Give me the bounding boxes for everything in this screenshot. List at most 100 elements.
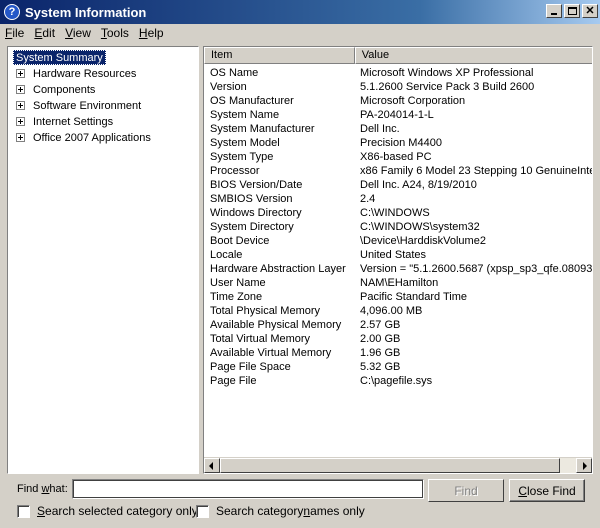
table-row[interactable]: System Directory C:\WINDOWS\system32 — [204, 220, 592, 234]
window-title: System Information — [25, 4, 147, 20]
row-value-cell: Precision M4400 — [360, 137, 442, 149]
minimize-button[interactable] — [546, 4, 562, 18]
menu-help[interactable]: Help — [134, 26, 169, 40]
row-value-cell: C:\WINDOWS\system32 — [360, 221, 480, 233]
row-value-cell: 5.32 GB — [360, 361, 401, 373]
expand-plus-icon[interactable] — [16, 69, 25, 78]
row-item-cell: Locale — [210, 249, 243, 261]
table-row[interactable]: System Type X86-based PC — [204, 150, 592, 164]
find-what-input[interactable] — [72, 479, 424, 499]
row-item-cell: Available Physical Memory — [210, 319, 342, 331]
row-item-cell: Total Virtual Memory — [210, 333, 311, 345]
column-header-item[interactable]: Item — [204, 47, 355, 64]
row-item-cell: System Name — [210, 109, 280, 121]
find-what-label: Find what: — [17, 483, 68, 495]
search-category-names-option[interactable]: Search category n ames only — [196, 504, 365, 518]
row-value-cell: Microsoft Corporation — [360, 95, 466, 107]
column-header-value[interactable]: Value — [354, 47, 592, 64]
table-row[interactable]: SMBIOS Version 2.4 — [204, 192, 592, 206]
row-value-cell: Pacific Standard Time — [360, 291, 467, 303]
arrow-right-icon — [583, 462, 587, 470]
row-value-cell: X86-based PC — [360, 151, 432, 163]
row-value-cell: Dell Inc. A24, 8/19/2010 — [360, 179, 477, 191]
row-item-cell: Page File — [210, 375, 257, 387]
maximize-button[interactable] — [564, 4, 580, 18]
table-row[interactable]: System Model Precision M4400 — [204, 136, 592, 150]
expand-plus-icon[interactable] — [16, 117, 25, 126]
table-row[interactable]: System Name PA-204014-1-L — [204, 108, 592, 122]
row-item-cell: Version — [210, 81, 247, 93]
row-value-cell: United States — [360, 249, 427, 261]
table-row[interactable]: Available Physical Memory 2.57 GB — [204, 318, 592, 332]
row-item-cell: OS Manufacturer — [210, 95, 294, 107]
row-value-cell: 2.57 GB — [360, 319, 401, 331]
row-item-cell: Page File Space — [210, 361, 291, 373]
row-item-cell: BIOS Version/Date — [210, 179, 303, 191]
tree-item-internet-settings[interactable]: Internet Settings — [16, 114, 113, 129]
horizontal-scrollbar[interactable] — [204, 457, 592, 473]
table-row[interactable]: User Name NAM\EHamilton — [204, 276, 592, 290]
row-value-cell: Version = "5.1.2600.5687 (xpsp_sp3_qfe.0… — [360, 263, 593, 275]
minimize-icon — [551, 13, 557, 15]
menu-file[interactable]: File — [0, 26, 29, 40]
details-list[interactable]: Item Value OS Name Microsoft Windows XP P… — [203, 46, 593, 474]
close-button[interactable]: ✕ — [582, 4, 598, 18]
arrow-left-icon — [209, 462, 213, 470]
search-category-names-checkbox[interactable] — [196, 504, 209, 518]
search-selected-category-option[interactable]: Search selected category only — [17, 504, 198, 518]
table-row[interactable]: Locale United States — [204, 248, 592, 262]
title-bar[interactable]: ? System Information ✕ — [0, 0, 600, 24]
close-icon: ✕ — [585, 5, 595, 17]
table-row[interactable]: Boot Device \Device\HarddiskVolume2 — [204, 234, 592, 248]
row-item-cell: Available Virtual Memory — [210, 347, 332, 359]
expand-plus-icon[interactable] — [16, 133, 25, 142]
scroll-left-button[interactable] — [204, 458, 220, 473]
menu-tools[interactable]: Tools — [96, 26, 134, 40]
table-row[interactable]: OS Manufacturer Microsoft Corporation — [204, 94, 592, 108]
row-value-cell: Microsoft Windows XP Professional — [360, 67, 534, 79]
table-row[interactable]: Total Virtual Memory 2.00 GB — [204, 332, 592, 346]
tree-item-system-summary[interactable]: System Summary — [13, 50, 106, 65]
table-row[interactable]: Version 5.1.2600 Service Pack 3 Build 260… — [204, 80, 592, 94]
expand-plus-icon[interactable] — [16, 101, 25, 110]
category-tree[interactable]: System Summary Hardware Resources Compon… — [7, 46, 199, 474]
row-value-cell: 1.96 GB — [360, 347, 401, 359]
row-item-cell: OS Name — [210, 67, 259, 79]
table-row[interactable]: Page File C:\pagefile.sys — [204, 374, 592, 388]
find-button[interactable]: Find — [428, 479, 504, 502]
tree-item-hardware-resources[interactable]: Hardware Resources — [16, 66, 136, 81]
row-item-cell: Total Physical Memory — [210, 305, 321, 317]
row-item-cell: System Directory — [210, 221, 294, 233]
tree-item-office-2007-applications[interactable]: Office 2007 Applications — [16, 130, 151, 145]
row-value-cell: NAM\EHamilton — [360, 277, 439, 289]
tree-item-software-environment[interactable]: Software Environment — [16, 98, 141, 113]
list-header: Item Value — [204, 47, 592, 64]
search-selected-category-checkbox[interactable] — [17, 504, 30, 518]
menu-edit[interactable]: Edit — [29, 26, 60, 40]
row-item-cell: Hardware Abstraction Layer — [210, 263, 346, 275]
table-row[interactable]: Page File Space 5.32 GB — [204, 360, 592, 374]
scroll-thumb[interactable] — [220, 458, 560, 473]
scroll-right-button[interactable] — [576, 458, 592, 473]
window-controls: ✕ — [544, 4, 598, 18]
row-item-cell: Boot Device — [210, 235, 270, 247]
menu-view[interactable]: View — [60, 26, 96, 40]
table-row[interactable]: Windows Directory C:\WINDOWS — [204, 206, 592, 220]
table-row[interactable]: System Manufacturer Dell Inc. — [204, 122, 592, 136]
row-value-cell: 5.1.2600 Service Pack 3 Build 2600 — [360, 81, 535, 93]
row-value-cell: 4,096.00 MB — [360, 305, 423, 317]
tree-item-components[interactable]: Components — [16, 82, 95, 97]
table-row[interactable]: BIOS Version/Date Dell Inc. A24, 8/19/201… — [204, 178, 592, 192]
table-row[interactable]: OS Name Microsoft Windows XP Professional — [204, 66, 592, 80]
row-item-cell: SMBIOS Version — [210, 193, 293, 205]
row-value-cell: x86 Family 6 Model 23 Stepping 10 Genuin… — [360, 165, 593, 177]
table-row[interactable]: Processor x86 Family 6 Model 23 Stepping … — [204, 164, 593, 178]
row-value-cell: \Device\HarddiskVolume2 — [360, 235, 486, 247]
table-row[interactable]: Available Virtual Memory 1.96 GB — [204, 346, 592, 360]
close-find-button[interactable]: Close Find — [509, 479, 585, 502]
table-row[interactable]: Time Zone Pacific Standard Time — [204, 290, 592, 304]
table-row[interactable]: Total Physical Memory 4,096.00 MB — [204, 304, 592, 318]
row-value-cell: 2.4 — [360, 193, 376, 205]
table-row[interactable]: Hardware Abstraction Layer Version = "5.1… — [204, 262, 593, 276]
expand-plus-icon[interactable] — [16, 85, 25, 94]
